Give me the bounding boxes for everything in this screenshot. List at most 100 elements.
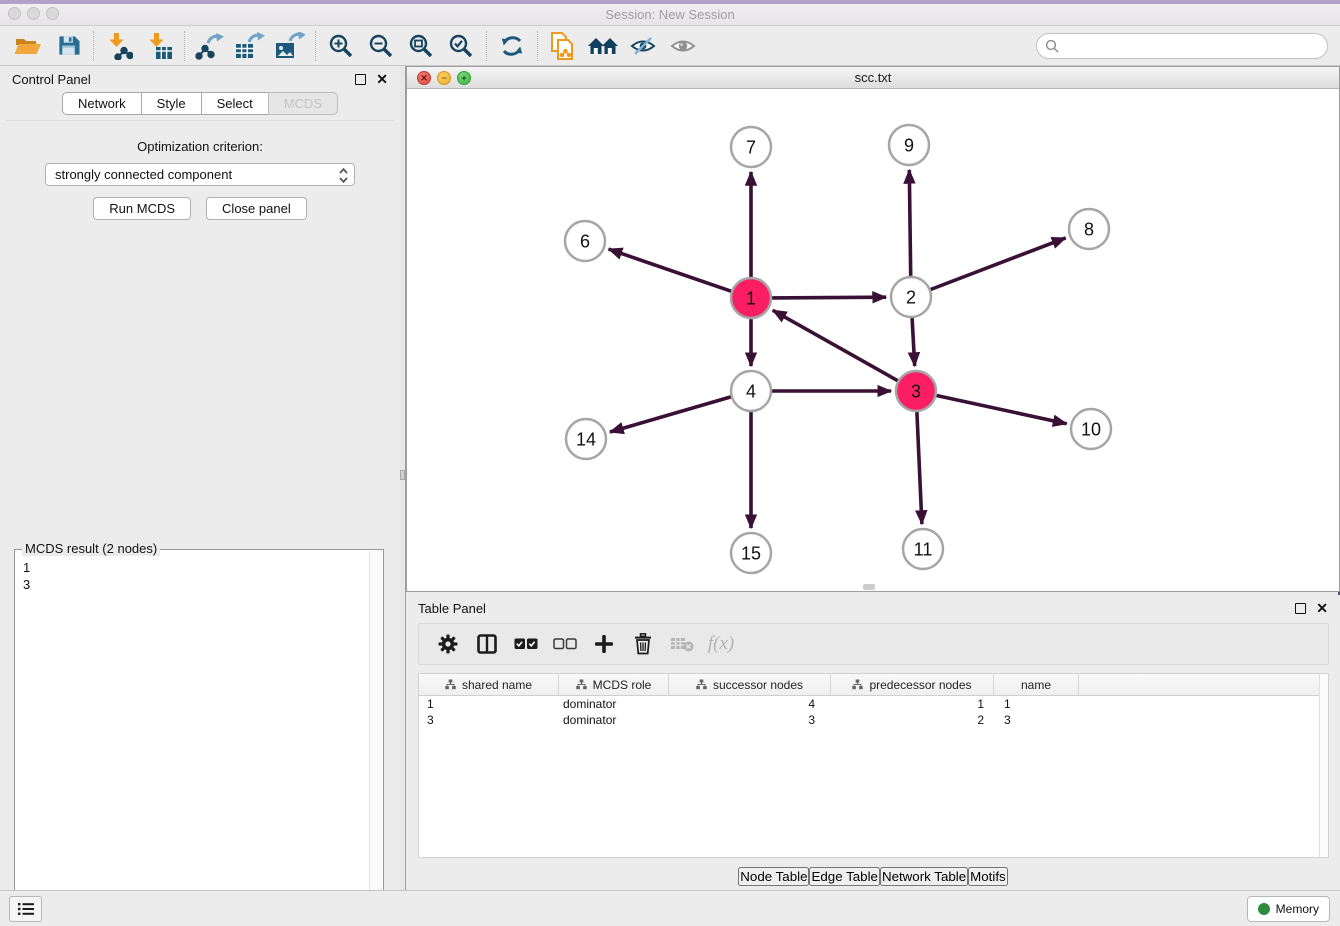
import-network-icon[interactable] — [99, 29, 139, 63]
mcds-result-title: MCDS result (2 nodes) — [22, 541, 160, 556]
column-layout-icon[interactable] — [472, 629, 502, 659]
mcds-result-box[interactable]: MCDS result (2 nodes) 13 — [14, 549, 384, 926]
column-header-name[interactable]: name — [994, 674, 1079, 695]
search-input[interactable] — [1059, 39, 1319, 54]
delete-column-icon[interactable] — [628, 629, 658, 659]
graph-node-2[interactable]: 2 — [891, 277, 931, 317]
table-cell[interactable]: 1 — [831, 696, 994, 712]
column-header-shared-name[interactable]: shared name — [419, 674, 559, 695]
graph-edge-2-3[interactable] — [912, 318, 915, 366]
zoom-fit-icon[interactable] — [401, 29, 441, 63]
graph-edge-2-8[interactable] — [931, 238, 1066, 290]
tab-style[interactable]: Style — [141, 92, 202, 115]
close-window-button[interactable] — [8, 7, 21, 20]
graph-edge-3-10[interactable] — [937, 396, 1067, 424]
table-tab-node-table[interactable]: Node Table — [738, 867, 809, 886]
network-canvas[interactable]: 7 9 6 8 1 2 4 3 14 10 15 11 — [407, 89, 1339, 591]
save-session-icon[interactable] — [48, 29, 88, 63]
table-row[interactable]: 3dominator323 — [419, 712, 1328, 728]
import-table-icon[interactable] — [139, 29, 179, 63]
close-table-panel-icon[interactable]: ✕ — [1316, 603, 1328, 614]
run-mcds-button[interactable]: Run MCDS — [93, 197, 191, 220]
select-all-columns-icon[interactable] — [511, 629, 541, 659]
canvas-hscroll-thumb[interactable] — [863, 584, 875, 590]
svg-text:7: 7 — [746, 138, 756, 158]
network-close-button[interactable]: ✕ — [417, 71, 431, 85]
minimize-window-button[interactable] — [27, 7, 40, 20]
table-row[interactable]: 1dominator411 — [419, 696, 1328, 712]
graph-node-15[interactable]: 15 — [731, 533, 771, 573]
memory-button[interactable]: Memory — [1247, 896, 1330, 922]
mcds-result-node: 1 — [23, 559, 375, 576]
column-tree-icon — [576, 679, 587, 690]
svg-text:2: 2 — [906, 288, 916, 308]
tab-mcds[interactable]: MCDS — [268, 92, 338, 115]
graph-edge-1-2[interactable] — [772, 297, 886, 298]
table-tab-edge-table[interactable]: Edge Table — [809, 867, 879, 886]
network-maximize-button[interactable]: + — [457, 71, 471, 85]
table-cell[interactable]: 3 — [669, 712, 831, 728]
table-tab-network-table[interactable]: Network Table — [880, 867, 968, 886]
function-builder-label: f(x) — [708, 633, 734, 655]
graph-node-1[interactable]: 1 — [731, 278, 771, 318]
zoom-in-icon[interactable] — [321, 29, 361, 63]
panel-divider-grip[interactable] — [400, 470, 405, 480]
show-panels-button[interactable] — [9, 896, 42, 922]
export-network-icon[interactable] — [190, 29, 230, 63]
table-cell[interactable]: 1 — [419, 696, 559, 712]
graph-node-11[interactable]: 11 — [903, 529, 943, 569]
table-cell[interactable]: 2 — [831, 712, 994, 728]
open-session-icon[interactable] — [8, 29, 48, 63]
export-table-icon[interactable] — [230, 29, 270, 63]
table-cell[interactable]: dominator — [559, 712, 669, 728]
graph-edge-3-11[interactable] — [917, 412, 922, 524]
table-scrollbar[interactable] — [1319, 674, 1328, 857]
network-canvas-svg[interactable]: 7 9 6 8 1 2 4 3 14 10 15 11 — [407, 89, 1339, 592]
close-panel-button[interactable]: Close panel — [206, 197, 307, 220]
network-overview-icon[interactable] — [583, 29, 623, 63]
float-table-panel-icon[interactable] — [1295, 603, 1306, 614]
graph-node-8[interactable]: 8 — [1069, 209, 1109, 249]
graph-edge-3-1[interactable] — [773, 310, 898, 380]
tab-select[interactable]: Select — [201, 92, 269, 115]
graph-edge-1-6[interactable] — [609, 249, 732, 291]
mcds-app-icon[interactable] — [543, 29, 583, 63]
graph-edge-4-14[interactable] — [610, 397, 731, 432]
search-field[interactable] — [1036, 33, 1328, 59]
table-cell[interactable]: 4 — [669, 696, 831, 712]
table-cell[interactable]: dominator — [559, 696, 669, 712]
export-image-icon[interactable] — [270, 29, 310, 63]
status-bar: Memory — [0, 890, 1340, 926]
zoom-out-icon[interactable] — [361, 29, 401, 63]
table-cell[interactable]: 3 — [994, 712, 1079, 728]
graph-node-7[interactable]: 7 — [731, 127, 771, 167]
show-graphics-details-icon[interactable] — [663, 29, 703, 63]
graph-node-14[interactable]: 14 — [566, 419, 606, 459]
float-panel-icon[interactable] — [355, 74, 366, 85]
graph-node-3[interactable]: 3 — [896, 371, 936, 411]
toolbar-separator — [184, 31, 185, 61]
graph-node-4[interactable]: 4 — [731, 371, 771, 411]
close-panel-icon[interactable]: ✕ — [376, 74, 388, 85]
maximize-window-button[interactable] — [46, 7, 59, 20]
tab-network[interactable]: Network — [62, 92, 142, 115]
column-header-predecessor-nodes[interactable]: predecessor nodes — [831, 674, 994, 695]
table-cell[interactable]: 3 — [419, 712, 559, 728]
graph-edge-2-9[interactable] — [909, 170, 910, 276]
table-tab-motifs[interactable]: Motifs — [968, 867, 1008, 886]
add-column-icon[interactable] — [589, 629, 619, 659]
refresh-view-icon[interactable] — [492, 29, 532, 63]
hide-graphics-details-icon[interactable] — [623, 29, 663, 63]
column-header-mcds-role[interactable]: MCDS role — [559, 674, 669, 695]
deselect-all-columns-icon[interactable] — [550, 629, 580, 659]
criterion-dropdown[interactable]: strongly connected component — [45, 163, 355, 186]
settings-gear-icon[interactable] — [433, 629, 463, 659]
graph-node-6[interactable]: 6 — [565, 221, 605, 261]
column-header-successor-nodes[interactable]: successor nodes — [669, 674, 831, 695]
graph-node-10[interactable]: 10 — [1071, 409, 1111, 449]
table-cell[interactable]: 1 — [994, 696, 1079, 712]
result-scrollbar[interactable] — [369, 551, 382, 926]
zoom-selected-icon[interactable] — [441, 29, 481, 63]
network-minimize-button[interactable]: − — [437, 71, 451, 85]
graph-node-9[interactable]: 9 — [889, 125, 929, 165]
